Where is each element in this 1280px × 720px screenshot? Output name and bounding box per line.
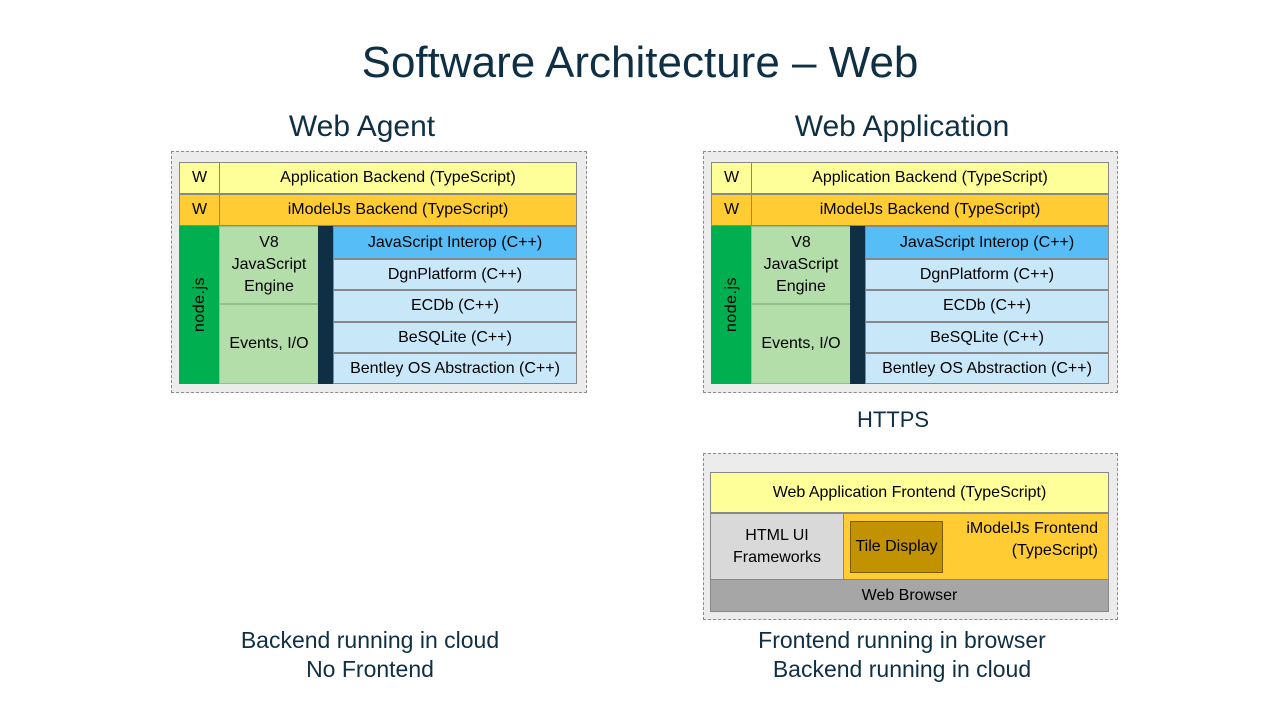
web-application-caption-line1: Frontend running in browser <box>758 627 1046 653</box>
nodejs-layer: node.js <box>179 226 220 384</box>
w-label: W <box>179 162 220 194</box>
web-agent-caption: Backend running in cloud No Frontend <box>180 626 560 684</box>
imodeljs-backend-layer: iModelJs Backend (TypeScript) <box>751 194 1109 226</box>
web-application-caption: Frontend running in browser Backend runn… <box>712 626 1092 684</box>
web-agent-frame: W Application Backend (TypeScript) W iMo… <box>171 151 587 393</box>
dgnplatform-layer: DgnPlatform (C++) <box>865 259 1109 290</box>
javascript-interop-layer: JavaScript Interop (C++) <box>865 226 1109 259</box>
nodejs-label: node.js <box>190 277 208 333</box>
nodejs-layer: node.js <box>711 226 752 384</box>
web-agent-caption-line1: Backend running in cloud <box>240 627 500 653</box>
events-io-layer: Events, I/O <box>219 304 319 384</box>
tile-display-layer: Tile Display <box>850 521 943 573</box>
bentley-os-abstraction-layer: Bentley OS Abstraction (C++) <box>333 353 577 384</box>
ecdb-layer: ECDb (C++) <box>865 290 1109 322</box>
dgnplatform-layer: DgnPlatform (C++) <box>333 259 577 290</box>
web-agent-heading: Web Agent <box>288 110 436 143</box>
besqlite-layer: BeSQLite (C++) <box>333 322 577 353</box>
interop-divider <box>850 226 866 384</box>
w-label: W <box>711 162 752 194</box>
v8-engine-layer: V8 JavaScript Engine <box>219 226 319 304</box>
application-backend-layer: Application Backend (TypeScript) <box>751 162 1109 194</box>
events-io-layer: Events, I/O <box>751 304 851 384</box>
v8-engine-layer: V8 JavaScript Engine <box>751 226 851 304</box>
nodejs-label: node.js <box>722 277 740 333</box>
web-application-backend-frame: W Application Backend (TypeScript) W iMo… <box>703 151 1118 393</box>
besqlite-layer: BeSQLite (C++) <box>865 322 1109 353</box>
web-agent-caption-line2: No Frontend <box>306 656 434 682</box>
web-application-frontend-frame: Web Application Frontend (TypeScript) HT… <box>703 453 1118 620</box>
w-label: W <box>179 194 220 226</box>
page-title: Software Architecture – Web <box>361 38 919 87</box>
imodeljs-frontend-label: iModelJs Frontend (TypeScript) <box>966 520 1098 559</box>
html-ui-frameworks-layer: HTML UI Frameworks <box>710 513 844 580</box>
web-application-heading: Web Application <box>794 110 1010 143</box>
web-application-frontend-layer: Web Application Frontend (TypeScript) <box>710 472 1109 513</box>
imodeljs-backend-layer: iModelJs Backend (TypeScript) <box>219 194 577 226</box>
bentley-os-abstraction-layer: Bentley OS Abstraction (C++) <box>865 353 1109 384</box>
application-backend-layer: Application Backend (TypeScript) <box>219 162 577 194</box>
interop-divider <box>318 226 334 384</box>
javascript-interop-layer: JavaScript Interop (C++) <box>333 226 577 259</box>
https-label: HTTPS <box>856 407 930 432</box>
ecdb-layer: ECDb (C++) <box>333 290 577 322</box>
w-label: W <box>711 194 752 226</box>
web-browser-layer: Web Browser <box>710 579 1109 612</box>
web-application-caption-line2: Backend running in cloud <box>772 656 1032 682</box>
